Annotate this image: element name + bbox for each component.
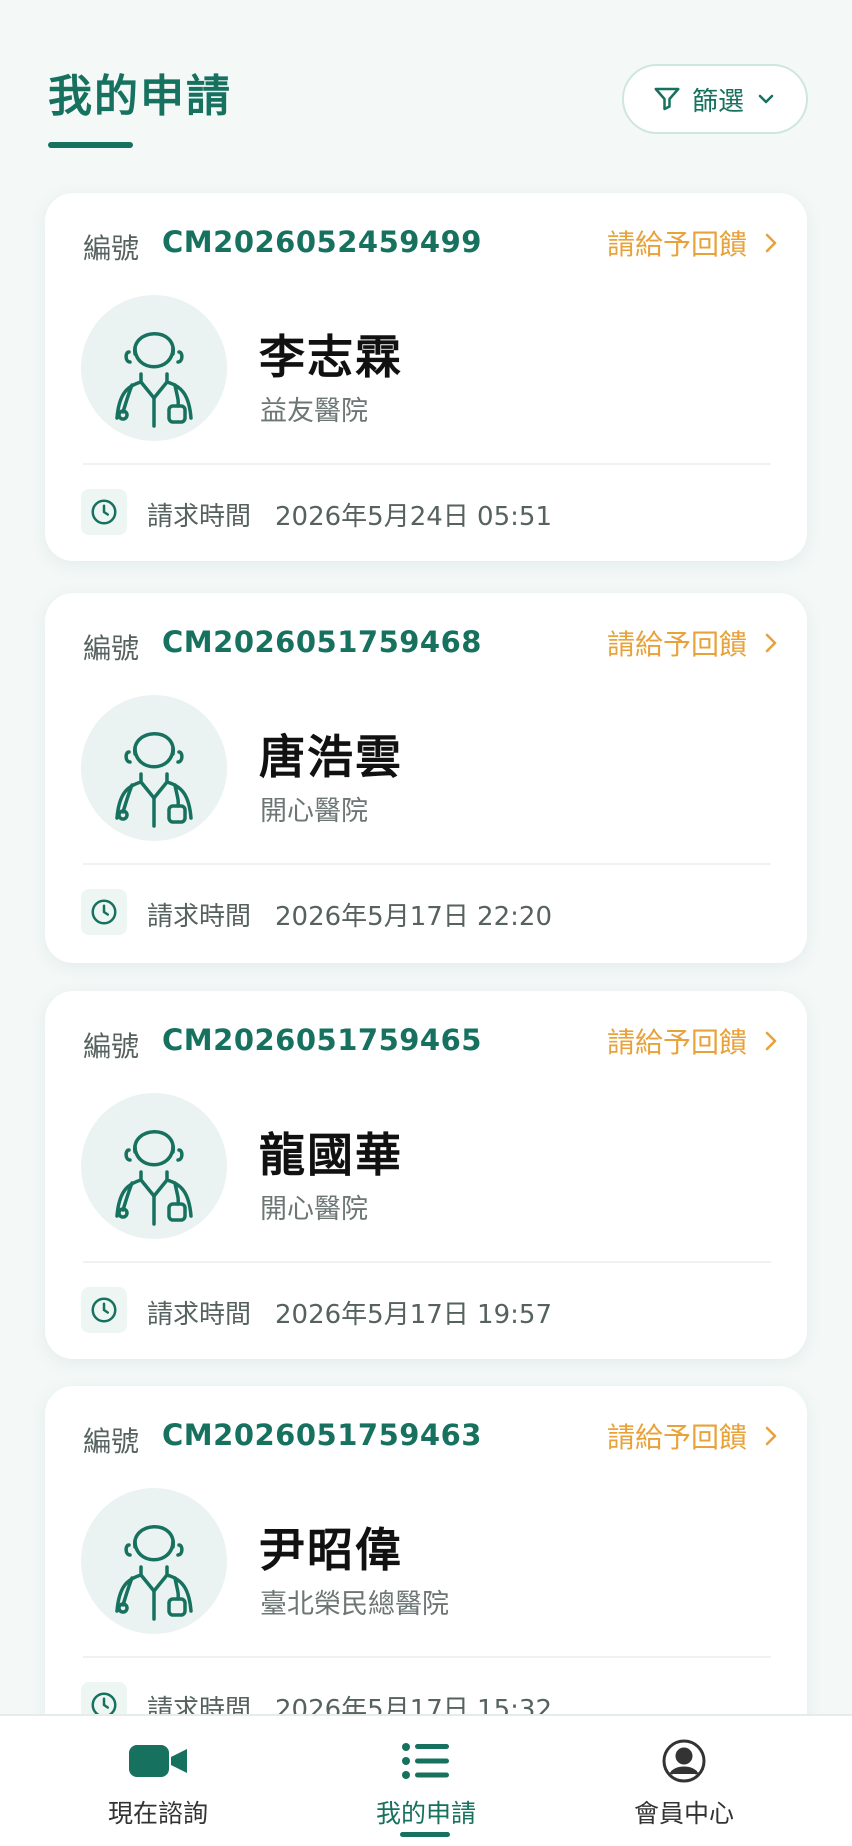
list-icon [402,1743,449,1779]
doctor-avatar [81,1093,227,1239]
nav-item-my-requests[interactable]: 我的申請 [326,1716,526,1846]
title-underline [48,142,133,148]
clock-icon-box [81,889,127,935]
request-time-label: 請求時間 [147,902,252,932]
divider [83,1656,771,1658]
doctor-avatar [81,295,227,441]
nav-item-member-center[interactable]: 會員中心 [584,1716,784,1846]
active-tab-indicator [400,1832,450,1837]
request-time: 2026年5月17日 19:57 [275,1300,552,1330]
clock-icon [91,899,117,925]
chevron-right-icon [765,233,777,253]
doctor-name: 龍國華 [259,1128,403,1182]
request-no: CM2026051759463 [162,1418,482,1452]
feedback-label: 請給予回饋 [606,1421,747,1454]
doctor-icon [115,1525,193,1621]
request-card[interactable]: 編號 CM2026051759463 請給予回饋 尹昭偉 臺北榮民總醫院 請求時… [45,1386,807,1756]
clock-icon-box [81,489,127,535]
request-card[interactable]: 編號 CM2026052459499 請給予回饋 李志霖 益友醫院 請求時間 2… [45,193,807,561]
doctor-icon [115,1130,193,1226]
nav-item-consult[interactable]: 現在諮詢 [58,1716,258,1846]
request-no: CM2026052459499 [162,225,482,259]
doctor-name: 李志霖 [259,330,403,384]
request-time-label: 請求時間 [147,1300,252,1330]
nav-label-consult: 現在諮詢 [107,1799,208,1828]
request-no-label: 編號 [83,632,140,665]
request-no-label: 編號 [83,232,140,265]
clock-icon [91,499,117,525]
request-no-label: 編號 [83,1425,140,1458]
page-header: 我的申請 篩選 [0,0,852,180]
hospital-name: 開心醫院 [260,796,368,827]
doctor-icon [115,732,193,828]
clock-icon [91,1297,117,1323]
divider [83,863,771,865]
divider [83,463,771,465]
nav-label-my-requests: 我的申請 [375,1799,476,1828]
feedback-link[interactable]: 請給予回饋 [607,1021,781,1061]
feedback-label: 請給予回饋 [606,228,747,261]
hospital-name: 益友醫院 [260,396,368,427]
request-no: CM2026051759468 [162,625,482,659]
request-no-label: 編號 [83,1030,140,1063]
doctor-name: 尹昭偉 [259,1523,403,1577]
user-circle-icon [662,1739,706,1783]
nav-label-member-center: 會員中心 [633,1799,734,1828]
request-no: CM2026051759465 [162,1023,482,1057]
clock-icon-box [81,1287,127,1333]
doctor-avatar [81,695,227,841]
chevron-down-icon [758,94,774,104]
chevron-right-icon [765,1031,777,1051]
page-title: 我的申請 [48,71,232,122]
feedback-link[interactable]: 請給予回饋 [607,623,781,663]
filter-label: 篩選 [691,86,744,117]
divider [83,1261,771,1263]
hospital-name: 開心醫院 [260,1194,368,1225]
feedback-label: 請給予回饋 [606,1026,747,1059]
feedback-label: 請給予回饋 [606,628,747,661]
request-card[interactable]: 編號 CM2026051759468 請給予回饋 唐浩雲 開心醫院 請求時間 2… [45,593,807,963]
request-time-label: 請求時間 [147,502,252,532]
chevron-right-icon [765,633,777,653]
feedback-link[interactable]: 請給予回饋 [607,1416,781,1456]
hospital-name: 臺北榮民總醫院 [260,1589,449,1620]
doctor-icon [115,332,193,428]
doctor-avatar [81,1488,227,1634]
doctor-name: 唐浩雲 [259,730,403,784]
request-card[interactable]: 編號 CM2026051759465 請給予回饋 龍國華 開心醫院 請求時間 2… [45,991,807,1359]
feedback-link[interactable]: 請給予回饋 [607,223,781,263]
request-time: 2026年5月24日 05:51 [275,502,552,532]
chevron-right-icon [765,1426,777,1446]
video-camera-icon [129,1745,187,1777]
bottom-nav: 現在諮詢 我的申請 會員中心 [0,1714,852,1846]
filter-button[interactable]: 篩選 [622,64,808,134]
filter-icon [654,87,680,111]
request-time: 2026年5月17日 22:20 [275,902,552,932]
